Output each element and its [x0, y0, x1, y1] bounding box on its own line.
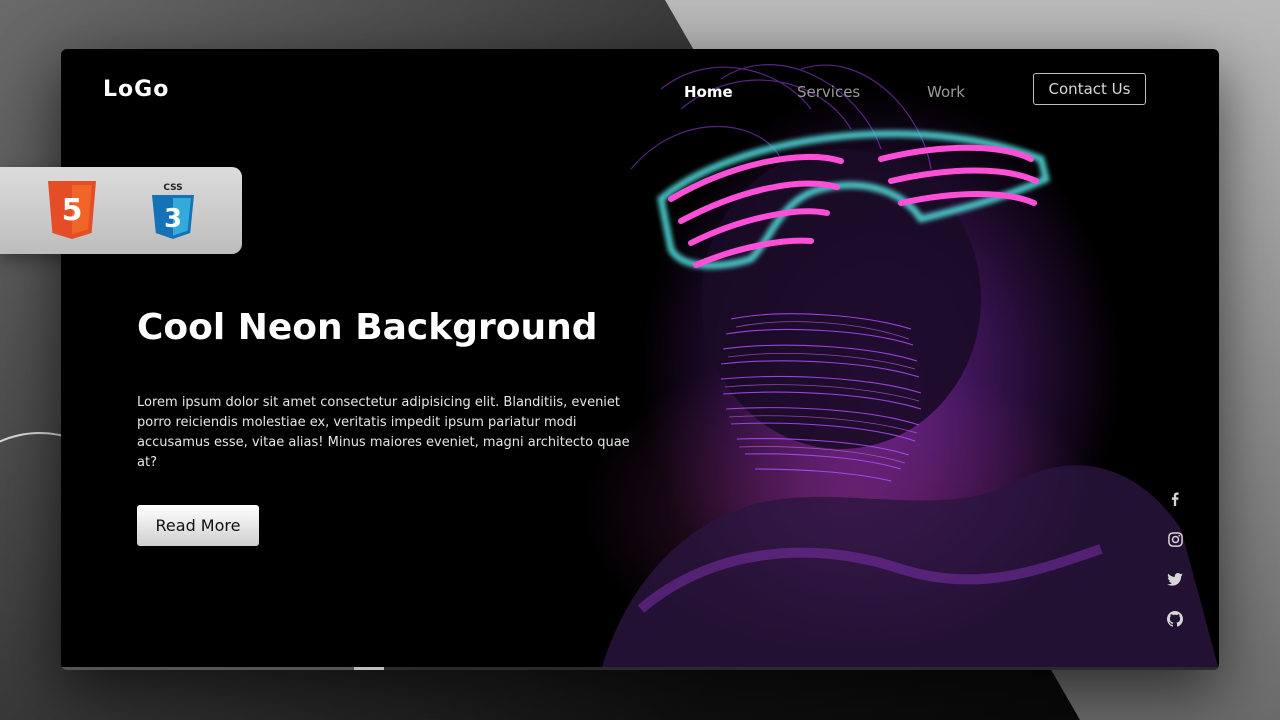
slide-progress-fill — [61, 667, 361, 670]
css3-logo-caption: CSS — [163, 183, 182, 193]
hero-description: Lorem ipsum dolor sit amet consectetur a… — [137, 395, 630, 470]
html5-logo-icon: 5 — [48, 181, 96, 239]
facebook-icon[interactable] — [1163, 487, 1187, 511]
read-more-button[interactable]: Read More — [137, 505, 259, 546]
instagram-icon[interactable] — [1163, 527, 1187, 551]
tech-badge: 5 CSS 3 — [0, 167, 242, 254]
github-icon[interactable] — [1163, 607, 1187, 631]
neon-portrait-image — [581, 64, 1219, 670]
landing-card: LoGo Home Services Work Contact Us Cool … — [61, 49, 1219, 670]
css3-logo-icon: CSS 3 — [152, 183, 194, 239]
hero-title: Cool Neon Background — [137, 307, 598, 348]
css3-logo-text: 3 — [164, 204, 182, 234]
contact-us-button[interactable]: Contact Us — [1033, 73, 1146, 105]
nav-item-home[interactable]: Home — [684, 83, 733, 101]
twitter-icon[interactable] — [1163, 567, 1187, 591]
slide-progress-thumb[interactable] — [354, 667, 384, 670]
nav-item-work[interactable]: Work — [927, 83, 965, 101]
html5-logo-text: 5 — [62, 193, 83, 228]
nav-item-services[interactable]: Services — [797, 83, 860, 101]
slide-progress-track — [61, 667, 1219, 670]
social-links — [1163, 487, 1187, 647]
